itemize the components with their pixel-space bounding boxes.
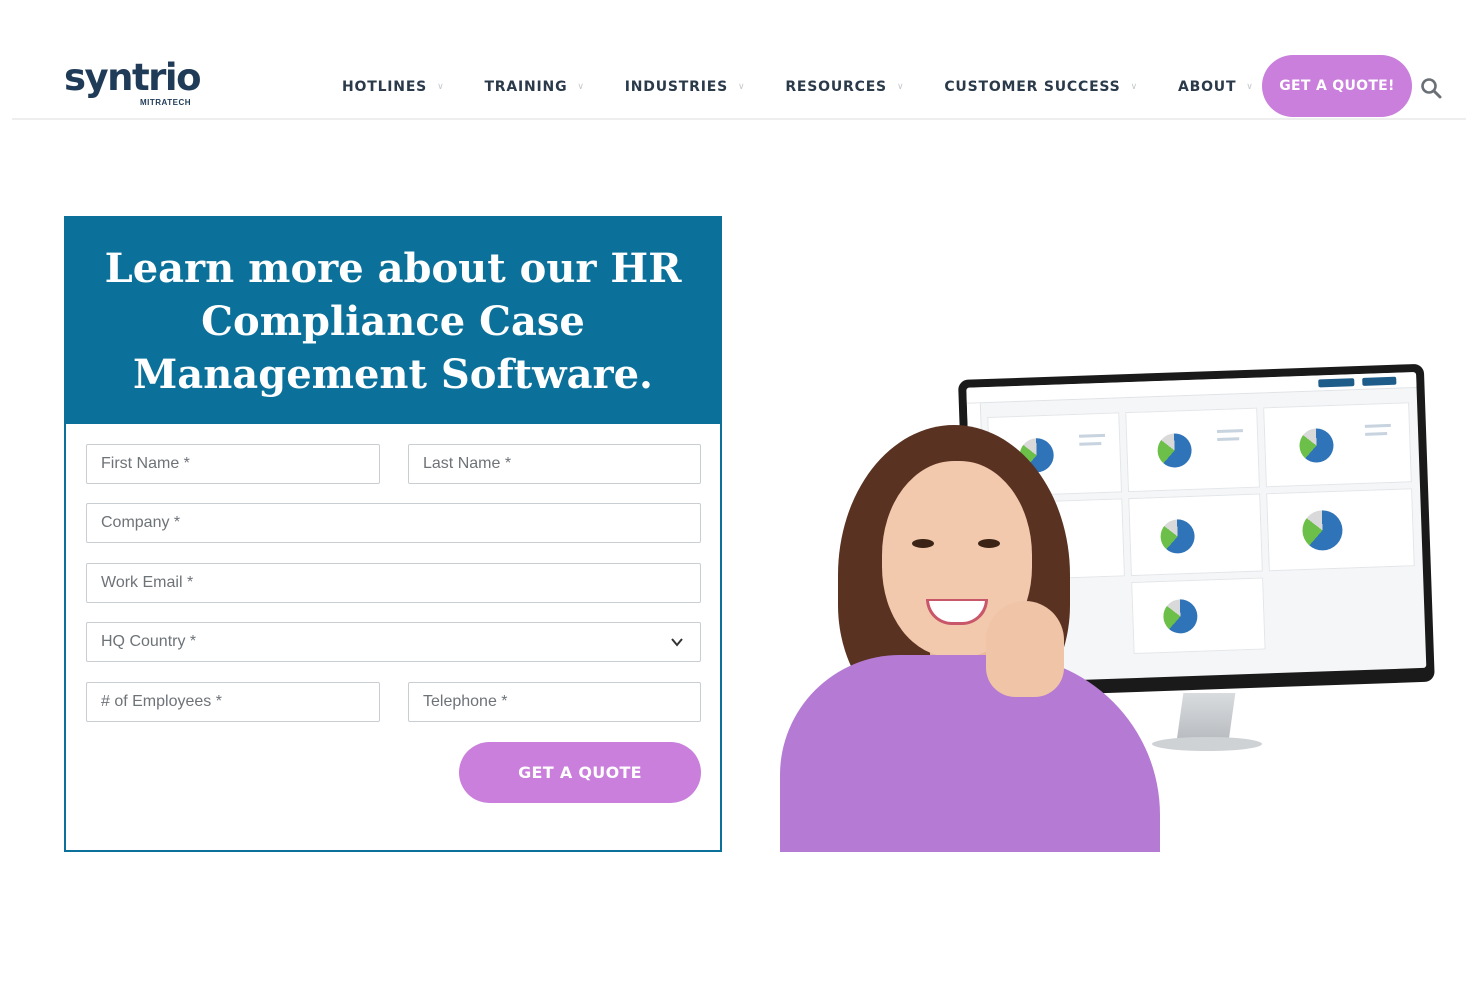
monitor-stand bbox=[1176, 693, 1236, 741]
chevron-down-icon: ∨ bbox=[737, 82, 746, 92]
page: syntrio MITRATECH HOTLINES ∨ TRAINING ∨ … bbox=[0, 0, 1480, 987]
site-header: syntrio MITRATECH HOTLINES ∨ TRAINING ∨ … bbox=[12, 0, 1466, 120]
dashboard-panel bbox=[1266, 488, 1415, 572]
logo-name-io: io bbox=[164, 56, 202, 99]
dashboard-topbar-button bbox=[1318, 378, 1355, 388]
pie-chart-icon bbox=[1298, 427, 1335, 464]
chevron-down-icon bbox=[671, 638, 683, 647]
nav-label: INDUSTRIES bbox=[624, 79, 728, 95]
dashboard-panel bbox=[1263, 402, 1412, 488]
woman-eye bbox=[912, 539, 934, 548]
search-icon[interactable] bbox=[1420, 77, 1442, 99]
legend-line bbox=[1364, 423, 1391, 428]
last-name-field[interactable] bbox=[408, 444, 701, 484]
legend-line bbox=[1365, 432, 1388, 436]
woman-eye bbox=[978, 539, 1000, 548]
nav-item-hotlines[interactable]: HOTLINES ∨ bbox=[342, 79, 444, 95]
nav-item-industries[interactable]: INDUSTRIES ∨ bbox=[625, 79, 746, 95]
chevron-down-icon: ∨ bbox=[896, 82, 905, 92]
pie-chart-icon bbox=[1157, 432, 1193, 469]
employees-input[interactable] bbox=[101, 693, 365, 711]
nav-label: TRAINING bbox=[484, 79, 568, 95]
nav-label: CUSTOMER SUCCESS bbox=[944, 79, 1121, 95]
dashboard-topbar-button bbox=[1362, 376, 1397, 386]
woman-smile bbox=[926, 599, 988, 625]
work-email-field[interactable] bbox=[86, 563, 701, 603]
employees-field[interactable] bbox=[86, 682, 380, 722]
form-title: Learn more about our HR Compliance Case … bbox=[104, 244, 682, 398]
last-name-input[interactable] bbox=[423, 455, 686, 473]
hq-country-value: HQ Country * bbox=[101, 633, 197, 650]
first-name-input[interactable] bbox=[101, 455, 365, 473]
legend-line bbox=[1217, 437, 1240, 441]
get-a-quote-submit-button[interactable]: GET A QUOTE bbox=[459, 742, 701, 803]
get-a-quote-header-button[interactable]: GET A QUOTE! bbox=[1262, 55, 1412, 117]
woman-hand bbox=[986, 601, 1064, 697]
monitor-base bbox=[1152, 737, 1262, 751]
work-email-input[interactable] bbox=[101, 574, 686, 592]
company-field[interactable] bbox=[86, 503, 701, 543]
main-nav: HOTLINES ∨ TRAINING ∨ INDUSTRIES ∨ RESOU… bbox=[342, 76, 1294, 98]
first-name-field[interactable] bbox=[86, 444, 380, 484]
logo-tagline: MITRATECH bbox=[140, 98, 192, 107]
dashboard-topbar bbox=[966, 372, 1417, 404]
smiling-woman-image bbox=[780, 425, 1160, 852]
telephone-field[interactable] bbox=[408, 682, 701, 722]
nav-item-training[interactable]: TRAINING ∨ bbox=[484, 79, 584, 95]
chevron-down-icon: ∨ bbox=[437, 82, 445, 92]
chevron-down-icon: ∨ bbox=[1246, 82, 1254, 92]
pie-chart-icon bbox=[1301, 509, 1344, 552]
legend-line bbox=[1216, 429, 1243, 433]
pie-chart-icon bbox=[1160, 518, 1196, 555]
chevron-down-icon: ∨ bbox=[1130, 82, 1138, 92]
nav-label: HOTLINES bbox=[342, 79, 428, 95]
company-input[interactable] bbox=[101, 514, 686, 532]
nav-label: RESOURCES bbox=[785, 79, 887, 95]
syntrio-logo[interactable]: syntrio MITRATECH bbox=[64, 58, 204, 110]
logo-wordmark: syntrio bbox=[64, 58, 204, 98]
pie-chart-icon bbox=[1162, 598, 1198, 634]
hero-illustration bbox=[780, 363, 1435, 852]
hq-country-select[interactable]: HQ Country * bbox=[86, 622, 701, 662]
woman-sweater bbox=[780, 655, 1160, 852]
nav-item-resources[interactable]: RESOURCES ∨ bbox=[785, 79, 904, 95]
form-header: Learn more about our HR Compliance Case … bbox=[66, 218, 720, 424]
chevron-down-icon: ∨ bbox=[577, 82, 585, 92]
nav-label: ABOUT bbox=[1177, 79, 1237, 95]
nav-item-customer-success[interactable]: CUSTOMER SUCCESS ∨ bbox=[944, 79, 1138, 95]
nav-item-about[interactable]: ABOUT ∨ bbox=[1178, 79, 1254, 95]
quote-form-card: Learn more about our HR Compliance Case … bbox=[64, 216, 722, 852]
logo-name-main: syntr bbox=[64, 56, 166, 99]
telephone-input[interactable] bbox=[423, 693, 686, 711]
